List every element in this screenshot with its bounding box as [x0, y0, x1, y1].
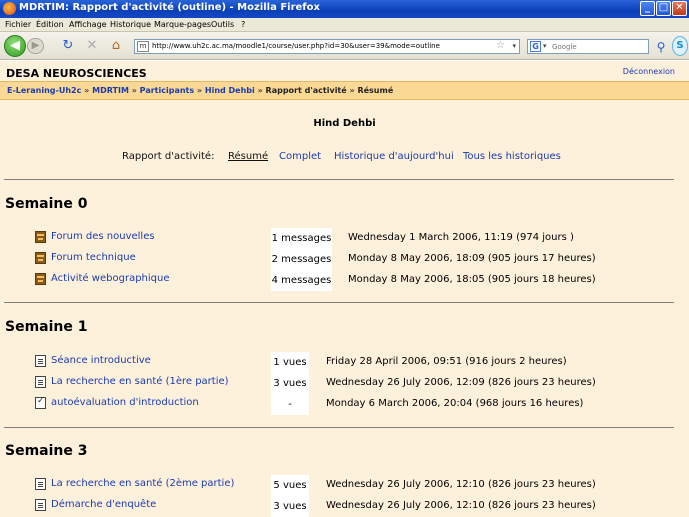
tab-resume[interactable]: Résumé: [228, 151, 268, 162]
stop-icon[interactable]: ✕: [84, 38, 100, 54]
page-content: DESA NEUROSCIENCES Déconnexion E-Leranin…: [0, 61, 689, 517]
section-divider: [4, 302, 674, 303]
back-button[interactable]: ◀: [4, 35, 26, 57]
activity-link[interactable]: Séance introductive: [51, 355, 151, 366]
url-dropdown-icon[interactable]: ▾: [512, 42, 516, 50]
breadcrumb-separator: »: [349, 86, 355, 95]
address-input[interactable]: http://www.uh2c.ac.ma/moodle1/course/use…: [152, 42, 440, 50]
logout-link[interactable]: Déconnexion: [623, 67, 675, 76]
activity-row: La recherche en santé (1ère partie) 3 vu…: [0, 373, 689, 394]
reload-icon[interactable]: ↻: [60, 38, 76, 54]
breadcrumb-report: Rapport d'activité: [265, 86, 347, 95]
quiz-icon: [35, 396, 46, 409]
search-bar[interactable]: G ▾: [527, 39, 649, 54]
activity-link[interactable]: La recherche en santé (2ème partie): [51, 478, 234, 489]
forum-icon: [35, 231, 46, 243]
activity-date: Monday 8 May 2006, 18:09 (905 jours 17 h…: [348, 253, 596, 264]
resource-icon: [35, 376, 46, 388]
activity-row: La recherche en santé (2ème partie) 5 vu…: [0, 475, 689, 496]
breadcrumb-trail: E-Leraning-Uh2c » MDRTIM » Participants …: [7, 86, 393, 95]
activity-count: 3 vues: [271, 496, 309, 517]
breadcrumb-current: Résumé: [357, 86, 394, 95]
activity-link[interactable]: La recherche en santé (1ère partie): [51, 376, 229, 387]
menu-marque-pages[interactable]: Marque-pages: [154, 20, 211, 29]
week-title: Semaine 1: [5, 319, 88, 335]
section-divider: [4, 179, 674, 180]
resource-icon: [35, 355, 46, 367]
window-title: MDRTIM: Rapport d'activité (outline) - M…: [19, 2, 320, 13]
window-titlebar: MDRTIM: Rapport d'activité (outline) - M…: [0, 0, 689, 18]
google-icon[interactable]: G: [530, 41, 541, 52]
page-title: Hind Dehbi: [313, 118, 376, 129]
forum-icon: [35, 252, 46, 264]
activity-count: 5 vues: [271, 475, 309, 496]
menu-bar: Fichier Édition Affichage Historique Mar…: [0, 18, 689, 32]
tab-tous-historiques[interactable]: Tous les historiques: [463, 151, 561, 162]
forum-icon: [35, 273, 46, 285]
resource-icon: [35, 478, 46, 490]
activity-count: 1 messages: [271, 228, 332, 249]
menu-fichier[interactable]: Fichier: [5, 20, 31, 29]
menu-edition[interactable]: Édition: [36, 20, 64, 29]
activity-date: Monday 8 May 2006, 18:05 (905 jours 18 h…: [348, 274, 596, 285]
minimize-button[interactable]: _: [640, 1, 655, 16]
week-title: Semaine 0: [5, 196, 88, 212]
breadcrumb: E-Leraning-Uh2c » MDRTIM » Participants …: [0, 81, 689, 100]
activity-link[interactable]: Forum technique: [51, 252, 136, 263]
maximize-button[interactable]: □: [656, 1, 671, 16]
breadcrumb-separator: »: [84, 86, 90, 95]
bookmark-star-icon[interactable]: ☆: [496, 40, 505, 51]
activity-count: 3 vues: [271, 373, 309, 394]
forward-button[interactable]: ▶: [27, 38, 44, 54]
search-engine-dropdown-icon[interactable]: ▾: [543, 42, 547, 50]
tab-complet[interactable]: Complet: [279, 151, 321, 162]
resource-icon: [35, 499, 46, 511]
activity-link[interactable]: autoévaluation d'introduction: [51, 397, 199, 408]
activity-count: 1 vues: [271, 352, 309, 373]
activity-link[interactable]: Démarche d'enquête: [51, 499, 156, 510]
menu-historique[interactable]: Historique: [110, 20, 151, 29]
activity-row: Démarche d'enquête 3 vues Wednesday 26 J…: [0, 496, 689, 517]
home-icon[interactable]: ⌂: [108, 38, 124, 54]
skype-icon[interactable]: S: [672, 36, 688, 56]
close-button[interactable]: ✕: [672, 1, 687, 16]
activity-row: Forum des nouvelles 1 messages Wednesday…: [0, 228, 689, 249]
report-label: Rapport d'activité:: [122, 151, 215, 162]
activity-row: Forum technique 2 messages Monday 8 May …: [0, 249, 689, 270]
activity-row: autoévaluation d'introduction - Monday 6…: [0, 394, 689, 415]
address-bar[interactable]: m http://www.uh2c.ac.ma/moodle1/course/u…: [134, 39, 520, 54]
navigation-toolbar: ◀ ▶ ↻ ✕ ⌂ m http://www.uh2c.ac.ma/moodle…: [0, 32, 689, 60]
activity-date: Wednesday 26 July 2006, 12:10 (826 jours…: [326, 500, 596, 511]
menu-help[interactable]: ?: [241, 20, 245, 29]
breadcrumb-separator: »: [131, 86, 137, 95]
breadcrumb-separator: »: [257, 86, 263, 95]
activity-date: Wednesday 26 July 2006, 12:09 (826 jours…: [326, 377, 596, 388]
activity-date: Monday 6 March 2006, 20:04 (968 jours 16…: [326, 398, 584, 409]
week-title: Semaine 3: [5, 443, 88, 459]
activity-count: 4 messages: [271, 270, 332, 291]
breadcrumb-link-course[interactable]: MDRTIM: [92, 86, 129, 95]
activity-link[interactable]: Activité webographique: [51, 273, 170, 284]
activity-link[interactable]: Forum des nouvelles: [51, 231, 155, 242]
activity-row: Séance introductive 1 vues Friday 28 Apr…: [0, 352, 689, 373]
search-input[interactable]: [552, 41, 644, 52]
search-go-icon[interactable]: ⚲: [653, 39, 669, 55]
menu-affichage[interactable]: Affichage: [69, 20, 107, 29]
section-divider: [4, 427, 674, 428]
breadcrumb-link-participants[interactable]: Participants: [140, 86, 194, 95]
site-favicon-icon: m: [137, 41, 149, 52]
site-name: DESA NEUROSCIENCES: [6, 67, 147, 80]
tab-historique-aujourdhui[interactable]: Historique d'aujourd'hui: [334, 151, 454, 162]
activity-row: Activité webographique 4 messages Monday…: [0, 270, 689, 291]
breadcrumb-separator: »: [196, 86, 203, 95]
firefox-icon: [3, 2, 16, 15]
breadcrumb-link-user[interactable]: Hind Dehbi: [205, 86, 255, 95]
activity-date: Wednesday 1 March 2006, 11:19 (974 jours…: [348, 232, 574, 243]
activity-count: -: [271, 394, 309, 415]
breadcrumb-link-elearning[interactable]: E-Leraning-Uh2c: [7, 86, 81, 95]
activity-date: Friday 28 April 2006, 09:51 (916 jours 2…: [326, 356, 567, 367]
activity-date: Wednesday 26 July 2006, 12:10 (826 jours…: [326, 479, 596, 490]
activity-count: 2 messages: [271, 249, 332, 270]
menu-outils[interactable]: Outils: [211, 20, 234, 29]
